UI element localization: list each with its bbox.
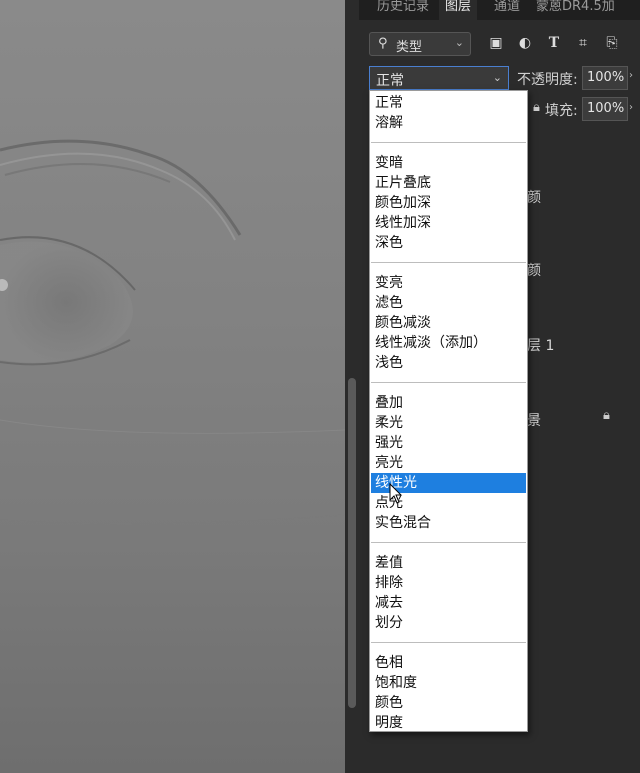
menu-item-multiply[interactable]: 正片叠底 (371, 173, 526, 193)
canvas-scrollbar[interactable] (345, 0, 359, 773)
layer-name-fragment[interactable]: 颜 (527, 187, 541, 207)
layer-name-fragment[interactable]: 颜 (527, 260, 541, 280)
layer-name-fragment[interactable]: 层 1 (527, 335, 554, 355)
menu-item-color[interactable]: 颜色 (371, 693, 526, 713)
menu-item-divide[interactable]: 划分 (371, 613, 526, 633)
mouse-cursor-icon (389, 483, 403, 504)
fill-label: 填充: (545, 103, 578, 119)
layer-filter-select[interactable]: ⚲ 类型 ⌄ (369, 32, 471, 56)
menu-item-color-burn[interactable]: 颜色加深 (371, 193, 526, 213)
menu-item-darken[interactable]: 变暗 (371, 153, 526, 173)
blend-mode-dropdown: 正常 溶解 变暗 正片叠底 颜色加深 线性加深 深色 变亮 滤色 颜色减淡 线性… (369, 90, 528, 732)
menu-item-darker-color[interactable]: 深色 (371, 233, 526, 253)
tab-history[interactable]: 历史记录 (371, 0, 435, 20)
image-layer-icon[interactable]: ▣ (487, 34, 505, 52)
fill-chevron-icon[interactable]: › (629, 102, 633, 113)
opacity-input[interactable]: 100% (582, 66, 628, 90)
tab-channels[interactable]: 通道 (488, 0, 526, 20)
layer-name-fragment[interactable]: 景 (527, 410, 541, 430)
filter-label: 类型 (396, 40, 423, 55)
tab-layers[interactable]: 图层 (439, 0, 478, 20)
menu-item-color-dodge[interactable]: 颜色减淡 (371, 313, 526, 333)
opacity-chevron-icon[interactable]: › (629, 70, 633, 81)
blend-mode-value: 正常 (376, 73, 404, 89)
panel-tabbar: 历史记录 图层 通道 蒙蒽DR4.5加 (359, 0, 640, 20)
blend-mode-row: 正常 ⌄ 不透明度: 100% › (359, 64, 640, 90)
menu-item-luminosity[interactable]: 明度 (371, 713, 526, 733)
menu-item-linear-dodge[interactable]: 线性减淡（添加） (371, 333, 526, 353)
adjustment-icon[interactable]: ◐ (516, 34, 534, 52)
scroll-thumb[interactable] (348, 378, 356, 708)
menu-divider (371, 382, 526, 383)
opacity-label: 不透明度: (517, 72, 578, 88)
menu-item-hard-mix[interactable]: 实色混合 (371, 513, 526, 533)
eye-photo (0, 139, 345, 525)
menu-item-hard-light[interactable]: 强光 (371, 433, 526, 453)
menu-item-normal[interactable]: 正常 (371, 93, 526, 113)
menu-item-linear-burn[interactable]: 线性加深 (371, 213, 526, 233)
fill-input[interactable]: 100% (582, 97, 628, 121)
menu-divider (371, 542, 526, 543)
text-layer-icon[interactable]: T (545, 34, 563, 52)
menu-divider (371, 642, 526, 643)
menu-item-saturation[interactable]: 饱和度 (371, 673, 526, 693)
menu-item-vivid-light[interactable]: 亮光 (371, 453, 526, 473)
menu-divider (371, 142, 526, 143)
smart-object-icon[interactable]: ⎘ (603, 34, 621, 52)
menu-item-overlay[interactable]: 叠加 (371, 393, 526, 413)
menu-item-soft-light[interactable]: 柔光 (371, 413, 526, 433)
tab-plugin[interactable]: 蒙蒽DR4.5加 (530, 0, 621, 20)
menu-item-difference[interactable]: 差值 (371, 553, 526, 573)
menu-divider (371, 262, 526, 263)
menu-item-subtract[interactable]: 减去 (371, 593, 526, 613)
menu-item-lighten[interactable]: 变亮 (371, 273, 526, 293)
lock-icon[interactable]: 🔒︎ (533, 100, 540, 115)
menu-item-exclusion[interactable]: 排除 (371, 573, 526, 593)
layer-lock-icon: 🔒︎ (603, 408, 610, 423)
menu-item-screen[interactable]: 滤色 (371, 293, 526, 313)
menu-item-lighter-color[interactable]: 浅色 (371, 353, 526, 373)
shape-layer-icon[interactable]: ⌗ (574, 34, 592, 52)
chevron-down-icon: ⌄ (454, 36, 464, 49)
menu-item-dissolve[interactable]: 溶解 (371, 113, 526, 133)
blend-mode-select[interactable]: 正常 ⌄ (369, 66, 509, 90)
chevron-down-icon: ⌄ (492, 71, 502, 84)
canvas-image[interactable] (0, 0, 345, 773)
layer-filter-row: ⚲ 类型 ⌄ ▣ ◐ T ⌗ ⎘ (359, 28, 640, 62)
search-icon: ⚲ (378, 36, 388, 51)
menu-item-hue[interactable]: 色相 (371, 653, 526, 673)
